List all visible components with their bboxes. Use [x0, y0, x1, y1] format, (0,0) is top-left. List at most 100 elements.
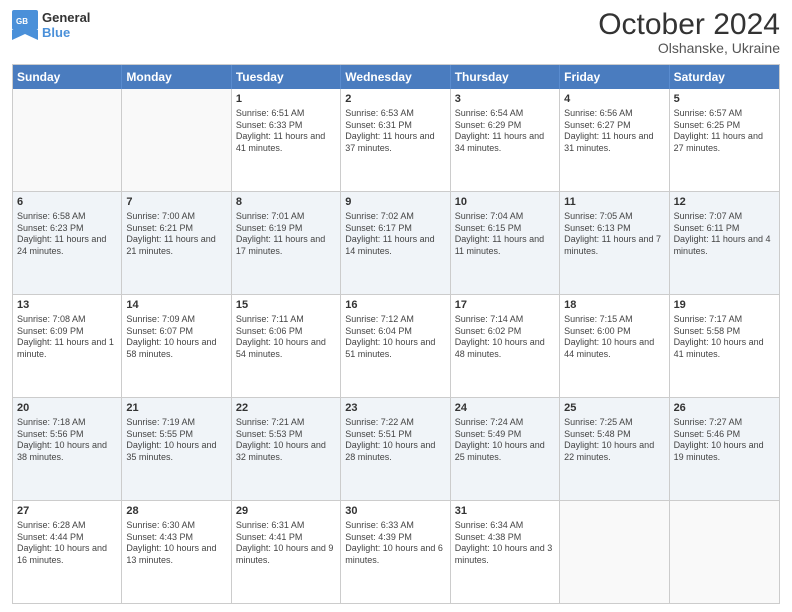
calendar-header-row: SundayMondayTuesdayWednesdayThursdayFrid…: [13, 65, 779, 89]
day-info: Sunrise: 7:04 AM Sunset: 6:15 PM Dayligh…: [455, 211, 555, 258]
day-info: Sunrise: 6:51 AM Sunset: 6:33 PM Dayligh…: [236, 108, 336, 155]
day-number: 26: [674, 401, 775, 416]
calendar-cell: [13, 89, 122, 191]
month-title: October 2024: [598, 10, 780, 40]
day-number: 12: [674, 195, 775, 210]
day-number: 31: [455, 504, 555, 519]
calendar-cell: 21Sunrise: 7:19 AM Sunset: 5:55 PM Dayli…: [122, 398, 231, 500]
day-info: Sunrise: 7:00 AM Sunset: 6:21 PM Dayligh…: [126, 211, 226, 258]
day-info: Sunrise: 7:17 AM Sunset: 5:58 PM Dayligh…: [674, 314, 775, 361]
calendar-cell: 8Sunrise: 7:01 AM Sunset: 6:19 PM Daylig…: [232, 192, 341, 294]
day-number: 18: [564, 298, 664, 313]
header-cell-saturday: Saturday: [670, 65, 779, 89]
day-info: Sunrise: 6:28 AM Sunset: 4:44 PM Dayligh…: [17, 520, 117, 567]
day-number: 28: [126, 504, 226, 519]
day-number: 14: [126, 298, 226, 313]
calendar-cell: [560, 501, 669, 603]
svg-text:GB: GB: [16, 17, 28, 26]
calendar-cell: 30Sunrise: 6:33 AM Sunset: 4:39 PM Dayli…: [341, 501, 450, 603]
day-number: 27: [17, 504, 117, 519]
day-number: 7: [126, 195, 226, 210]
day-info: Sunrise: 6:56 AM Sunset: 6:27 PM Dayligh…: [564, 108, 664, 155]
calendar-cell: 20Sunrise: 7:18 AM Sunset: 5:56 PM Dayli…: [13, 398, 122, 500]
calendar-cell: 23Sunrise: 7:22 AM Sunset: 5:51 PM Dayli…: [341, 398, 450, 500]
calendar-cell: 9Sunrise: 7:02 AM Sunset: 6:17 PM Daylig…: [341, 192, 450, 294]
calendar-row: 13Sunrise: 7:08 AM Sunset: 6:09 PM Dayli…: [13, 294, 779, 397]
day-number: 8: [236, 195, 336, 210]
calendar-cell: 19Sunrise: 7:17 AM Sunset: 5:58 PM Dayli…: [670, 295, 779, 397]
header: GB General Blue October 2024 Olshanske, …: [12, 10, 780, 56]
day-number: 10: [455, 195, 555, 210]
day-info: Sunrise: 7:22 AM Sunset: 5:51 PM Dayligh…: [345, 417, 445, 464]
day-number: 4: [564, 92, 664, 107]
calendar-cell: [670, 501, 779, 603]
calendar-row: 27Sunrise: 6:28 AM Sunset: 4:44 PM Dayli…: [13, 500, 779, 603]
header-cell-wednesday: Wednesday: [341, 65, 450, 89]
calendar-cell: 16Sunrise: 7:12 AM Sunset: 6:04 PM Dayli…: [341, 295, 450, 397]
header-cell-sunday: Sunday: [13, 65, 122, 89]
header-cell-thursday: Thursday: [451, 65, 560, 89]
calendar-cell: 4Sunrise: 6:56 AM Sunset: 6:27 PM Daylig…: [560, 89, 669, 191]
day-number: 9: [345, 195, 445, 210]
calendar-cell: 31Sunrise: 6:34 AM Sunset: 4:38 PM Dayli…: [451, 501, 560, 603]
day-info: Sunrise: 7:14 AM Sunset: 6:02 PM Dayligh…: [455, 314, 555, 361]
calendar: SundayMondayTuesdayWednesdayThursdayFrid…: [12, 64, 780, 604]
calendar-cell: 1Sunrise: 6:51 AM Sunset: 6:33 PM Daylig…: [232, 89, 341, 191]
day-number: 29: [236, 504, 336, 519]
day-number: 17: [455, 298, 555, 313]
logo-line1: General: [42, 10, 90, 25]
day-number: 30: [345, 504, 445, 519]
calendar-cell: 6Sunrise: 6:58 AM Sunset: 6:23 PM Daylig…: [13, 192, 122, 294]
day-info: Sunrise: 6:54 AM Sunset: 6:29 PM Dayligh…: [455, 108, 555, 155]
day-info: Sunrise: 7:01 AM Sunset: 6:19 PM Dayligh…: [236, 211, 336, 258]
header-cell-tuesday: Tuesday: [232, 65, 341, 89]
calendar-cell: 28Sunrise: 6:30 AM Sunset: 4:43 PM Dayli…: [122, 501, 231, 603]
calendar-cell: 15Sunrise: 7:11 AM Sunset: 6:06 PM Dayli…: [232, 295, 341, 397]
day-number: 16: [345, 298, 445, 313]
day-info: Sunrise: 7:18 AM Sunset: 5:56 PM Dayligh…: [17, 417, 117, 464]
header-cell-friday: Friday: [560, 65, 669, 89]
main-container: GB General Blue October 2024 Olshanske, …: [0, 0, 792, 612]
calendar-cell: 13Sunrise: 7:08 AM Sunset: 6:09 PM Dayli…: [13, 295, 122, 397]
calendar-cell: 22Sunrise: 7:21 AM Sunset: 5:53 PM Dayli…: [232, 398, 341, 500]
header-cell-monday: Monday: [122, 65, 231, 89]
day-info: Sunrise: 7:05 AM Sunset: 6:13 PM Dayligh…: [564, 211, 664, 258]
calendar-cell: 25Sunrise: 7:25 AM Sunset: 5:48 PM Dayli…: [560, 398, 669, 500]
day-info: Sunrise: 6:58 AM Sunset: 6:23 PM Dayligh…: [17, 211, 117, 258]
day-info: Sunrise: 7:25 AM Sunset: 5:48 PM Dayligh…: [564, 417, 664, 464]
day-info: Sunrise: 6:30 AM Sunset: 4:43 PM Dayligh…: [126, 520, 226, 567]
calendar-cell: 11Sunrise: 7:05 AM Sunset: 6:13 PM Dayli…: [560, 192, 669, 294]
calendar-cell: 26Sunrise: 7:27 AM Sunset: 5:46 PM Dayli…: [670, 398, 779, 500]
day-info: Sunrise: 7:19 AM Sunset: 5:55 PM Dayligh…: [126, 417, 226, 464]
day-info: Sunrise: 7:02 AM Sunset: 6:17 PM Dayligh…: [345, 211, 445, 258]
calendar-cell: 17Sunrise: 7:14 AM Sunset: 6:02 PM Dayli…: [451, 295, 560, 397]
day-info: Sunrise: 7:27 AM Sunset: 5:46 PM Dayligh…: [674, 417, 775, 464]
calendar-cell: 7Sunrise: 7:00 AM Sunset: 6:21 PM Daylig…: [122, 192, 231, 294]
calendar-cell: 10Sunrise: 7:04 AM Sunset: 6:15 PM Dayli…: [451, 192, 560, 294]
day-number: 22: [236, 401, 336, 416]
day-info: Sunrise: 6:34 AM Sunset: 4:38 PM Dayligh…: [455, 520, 555, 567]
calendar-cell: 2Sunrise: 6:53 AM Sunset: 6:31 PM Daylig…: [341, 89, 450, 191]
day-number: 11: [564, 195, 664, 210]
day-number: 13: [17, 298, 117, 313]
day-number: 19: [674, 298, 775, 313]
day-info: Sunrise: 7:08 AM Sunset: 6:09 PM Dayligh…: [17, 314, 117, 361]
day-number: 5: [674, 92, 775, 107]
day-number: 21: [126, 401, 226, 416]
calendar-cell: 29Sunrise: 6:31 AM Sunset: 4:41 PM Dayli…: [232, 501, 341, 603]
logo-icon: GB: [12, 10, 38, 40]
day-info: Sunrise: 6:57 AM Sunset: 6:25 PM Dayligh…: [674, 108, 775, 155]
calendar-cell: 12Sunrise: 7:07 AM Sunset: 6:11 PM Dayli…: [670, 192, 779, 294]
day-number: 25: [564, 401, 664, 416]
logo-text: General Blue: [42, 10, 90, 40]
day-number: 24: [455, 401, 555, 416]
calendar-cell: 24Sunrise: 7:24 AM Sunset: 5:49 PM Dayli…: [451, 398, 560, 500]
title-block: October 2024 Olshanske, Ukraine: [598, 10, 780, 56]
day-number: 6: [17, 195, 117, 210]
day-info: Sunrise: 7:09 AM Sunset: 6:07 PM Dayligh…: [126, 314, 226, 361]
day-number: 15: [236, 298, 336, 313]
calendar-body: 1Sunrise: 6:51 AM Sunset: 6:33 PM Daylig…: [13, 89, 779, 603]
logo-line2: Blue: [42, 25, 90, 40]
day-info: Sunrise: 7:21 AM Sunset: 5:53 PM Dayligh…: [236, 417, 336, 464]
day-info: Sunrise: 6:33 AM Sunset: 4:39 PM Dayligh…: [345, 520, 445, 567]
